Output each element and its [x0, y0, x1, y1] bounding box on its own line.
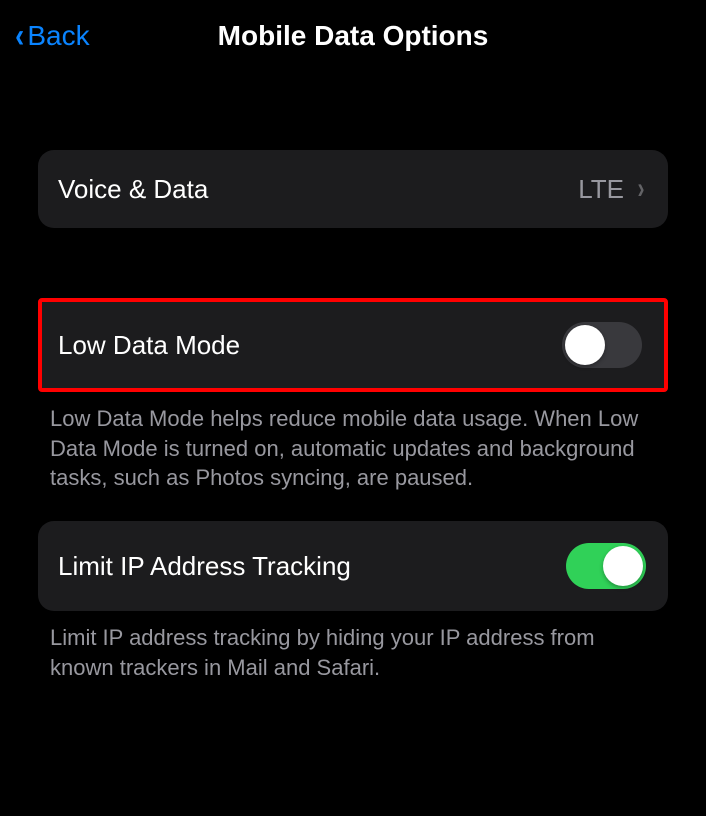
chevron-left-icon: ‹: [15, 17, 24, 56]
low-data-mode-footer: Low Data Mode helps reduce mobile data u…: [38, 392, 668, 493]
back-label: Back: [27, 20, 89, 52]
toggle-knob: [603, 546, 643, 586]
page-title: Mobile Data Options: [218, 20, 489, 52]
low-data-mode-label: Low Data Mode: [58, 330, 240, 361]
voice-and-data-value: LTE: [578, 174, 624, 205]
limit-ip-tracking-toggle[interactable]: [566, 543, 646, 589]
low-data-mode-toggle[interactable]: [562, 322, 642, 368]
toggle-knob: [565, 325, 605, 365]
voice-and-data-label: Voice & Data: [58, 174, 208, 205]
limit-ip-tracking-footer: Limit IP address tracking by hiding your…: [38, 611, 668, 682]
header-bar: ‹ Back Mobile Data Options: [0, 0, 706, 72]
highlight-annotation: Low Data Mode: [38, 298, 668, 392]
limit-ip-tracking-label: Limit IP Address Tracking: [58, 551, 351, 582]
chevron-right-icon: ›: [638, 172, 645, 206]
voice-and-data-row[interactable]: Voice & Data LTE ›: [38, 150, 668, 228]
back-button[interactable]: ‹ Back: [14, 17, 90, 56]
limit-ip-tracking-row[interactable]: Limit IP Address Tracking: [38, 521, 668, 611]
low-data-mode-row[interactable]: Low Data Mode: [42, 302, 664, 388]
